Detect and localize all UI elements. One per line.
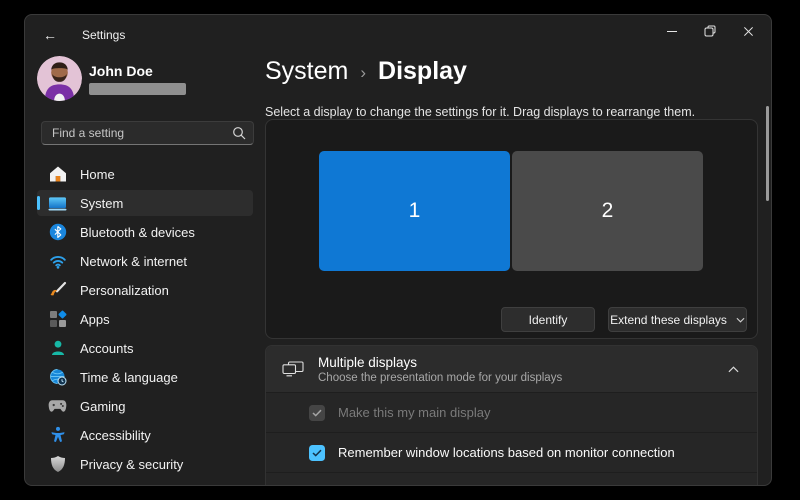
sidebar-item-time-language[interactable]: Time & language	[37, 364, 253, 390]
sidebar-item-accounts[interactable]: Accounts	[37, 335, 253, 361]
multiple-displays-title: Multiple displays	[318, 355, 562, 370]
gaming-icon	[48, 397, 67, 416]
multiple-displays-subtitle: Choose the presentation mode for your di…	[318, 372, 562, 384]
scrollbar-thumb[interactable]	[766, 106, 769, 201]
apps-icon	[48, 310, 67, 329]
breadcrumb-chevron-icon: ›	[360, 63, 366, 83]
multiple-displays-card: Multiple displays Choose the presentatio…	[265, 345, 758, 486]
monitor-1-number: 1	[409, 199, 421, 223]
checkbox-remember-window-locations[interactable]	[309, 445, 325, 461]
minimize-button[interactable]	[653, 15, 691, 47]
titlebar: ← Settings	[41, 24, 125, 46]
maximize-button[interactable]	[691, 15, 729, 47]
sidebar-item-privacy-security[interactable]: Privacy & security	[37, 451, 253, 477]
checkbox-make-main-display	[309, 405, 325, 421]
privacy-icon	[48, 455, 67, 474]
sidebar-item-label: Apps	[80, 312, 110, 327]
multiple-displays-header[interactable]: Multiple displays Choose the presentatio…	[266, 346, 757, 393]
chevron-down-icon	[736, 317, 745, 323]
chevron-up-icon	[728, 366, 739, 373]
identify-button-label: Identify	[529, 313, 568, 327]
sidebar-item-label: System	[80, 196, 123, 211]
display-mode-dropdown[interactable]: Extend these displays	[608, 307, 747, 332]
sidebar-item-apps[interactable]: Apps	[37, 306, 253, 332]
monitor-2[interactable]: 2	[512, 151, 703, 271]
sidebar-item-home[interactable]: Home	[37, 161, 253, 187]
search-box	[41, 121, 254, 145]
avatar[interactable]	[37, 56, 82, 101]
check-icon	[312, 449, 322, 457]
breadcrumb-system[interactable]: System	[265, 57, 348, 86]
checkbox-minimize-windows[interactable]	[309, 485, 325, 487]
sidebar-nav: Home System Bluetooth & devices Network …	[37, 161, 253, 480]
page-title: Display	[378, 57, 467, 86]
sidebar-item-gaming[interactable]: Gaming	[37, 393, 253, 419]
search-input[interactable]	[41, 121, 254, 145]
minimize-icon	[667, 31, 677, 32]
option-label: Minimize windows when a monitor is disco…	[338, 485, 628, 486]
sidebar-item-label: Network & internet	[80, 254, 187, 269]
accessibility-icon	[48, 426, 67, 445]
option-label: Remember window locations based on monit…	[338, 445, 675, 460]
sidebar-item-system[interactable]: System	[37, 190, 253, 216]
identify-button[interactable]: Identify	[501, 307, 595, 332]
sidebar-item-label: Accessibility	[80, 428, 151, 443]
close-button[interactable]	[729, 15, 767, 47]
personalization-icon	[48, 281, 67, 300]
monitor-1[interactable]: 1	[319, 151, 510, 271]
multiple-displays-icon	[282, 361, 304, 377]
check-icon	[312, 409, 322, 417]
option-label: Make this my main display	[338, 405, 490, 420]
sidebar-item-label: Time & language	[80, 370, 178, 385]
sidebar-item-label: Privacy & security	[80, 457, 183, 472]
monitor-2-number: 2	[602, 199, 614, 223]
settings-window: ← Settings	[24, 14, 772, 486]
display-mode-label: Extend these displays	[610, 313, 727, 327]
sidebar-item-label: Personalization	[80, 283, 169, 298]
display-arrangement-panel: 1 2 Identify Extend these displays	[265, 119, 758, 339]
back-arrow-icon: ←	[43, 27, 57, 43]
close-icon	[743, 26, 754, 37]
option-minimize-windows[interactable]: Minimize windows when a monitor is disco…	[266, 473, 757, 486]
expander-toggle[interactable]	[728, 366, 739, 373]
avatar-image	[37, 56, 82, 101]
search-icon	[232, 126, 246, 140]
sidebar-item-label: Home	[80, 167, 115, 182]
sidebar-item-network-internet[interactable]: Network & internet	[37, 248, 253, 274]
multiple-displays-texts: Multiple displays Choose the presentatio…	[318, 355, 562, 384]
sidebar-item-bluetooth-devices[interactable]: Bluetooth & devices	[37, 219, 253, 245]
option-make-main-display: Make this my main display	[266, 393, 757, 433]
time-language-icon	[48, 368, 67, 387]
back-button[interactable]: ←	[41, 26, 59, 44]
sidebar-item-accessibility[interactable]: Accessibility	[37, 422, 253, 448]
bluetooth-icon	[48, 223, 67, 242]
page-subtitle: Select a display to change the settings …	[265, 105, 695, 119]
maximize-icon	[704, 25, 716, 37]
system-icon	[48, 194, 67, 213]
profile-detail-redacted	[89, 83, 186, 95]
sidebar-item-personalization[interactable]: Personalization	[37, 277, 253, 303]
home-icon	[48, 165, 67, 184]
sidebar-item-label: Gaming	[80, 399, 126, 414]
sidebar-item-label: Accounts	[80, 341, 133, 356]
option-remember-window-locations[interactable]: Remember window locations based on monit…	[266, 433, 757, 473]
window-title: Settings	[82, 28, 125, 42]
profile-name: John Doe	[89, 63, 153, 79]
accounts-icon	[48, 339, 67, 358]
network-icon	[48, 252, 67, 271]
caption-controls	[653, 15, 767, 47]
breadcrumb: System › Display	[265, 57, 467, 86]
sidebar-item-label: Bluetooth & devices	[80, 225, 195, 240]
desktop-background: ← Settings	[0, 0, 800, 500]
